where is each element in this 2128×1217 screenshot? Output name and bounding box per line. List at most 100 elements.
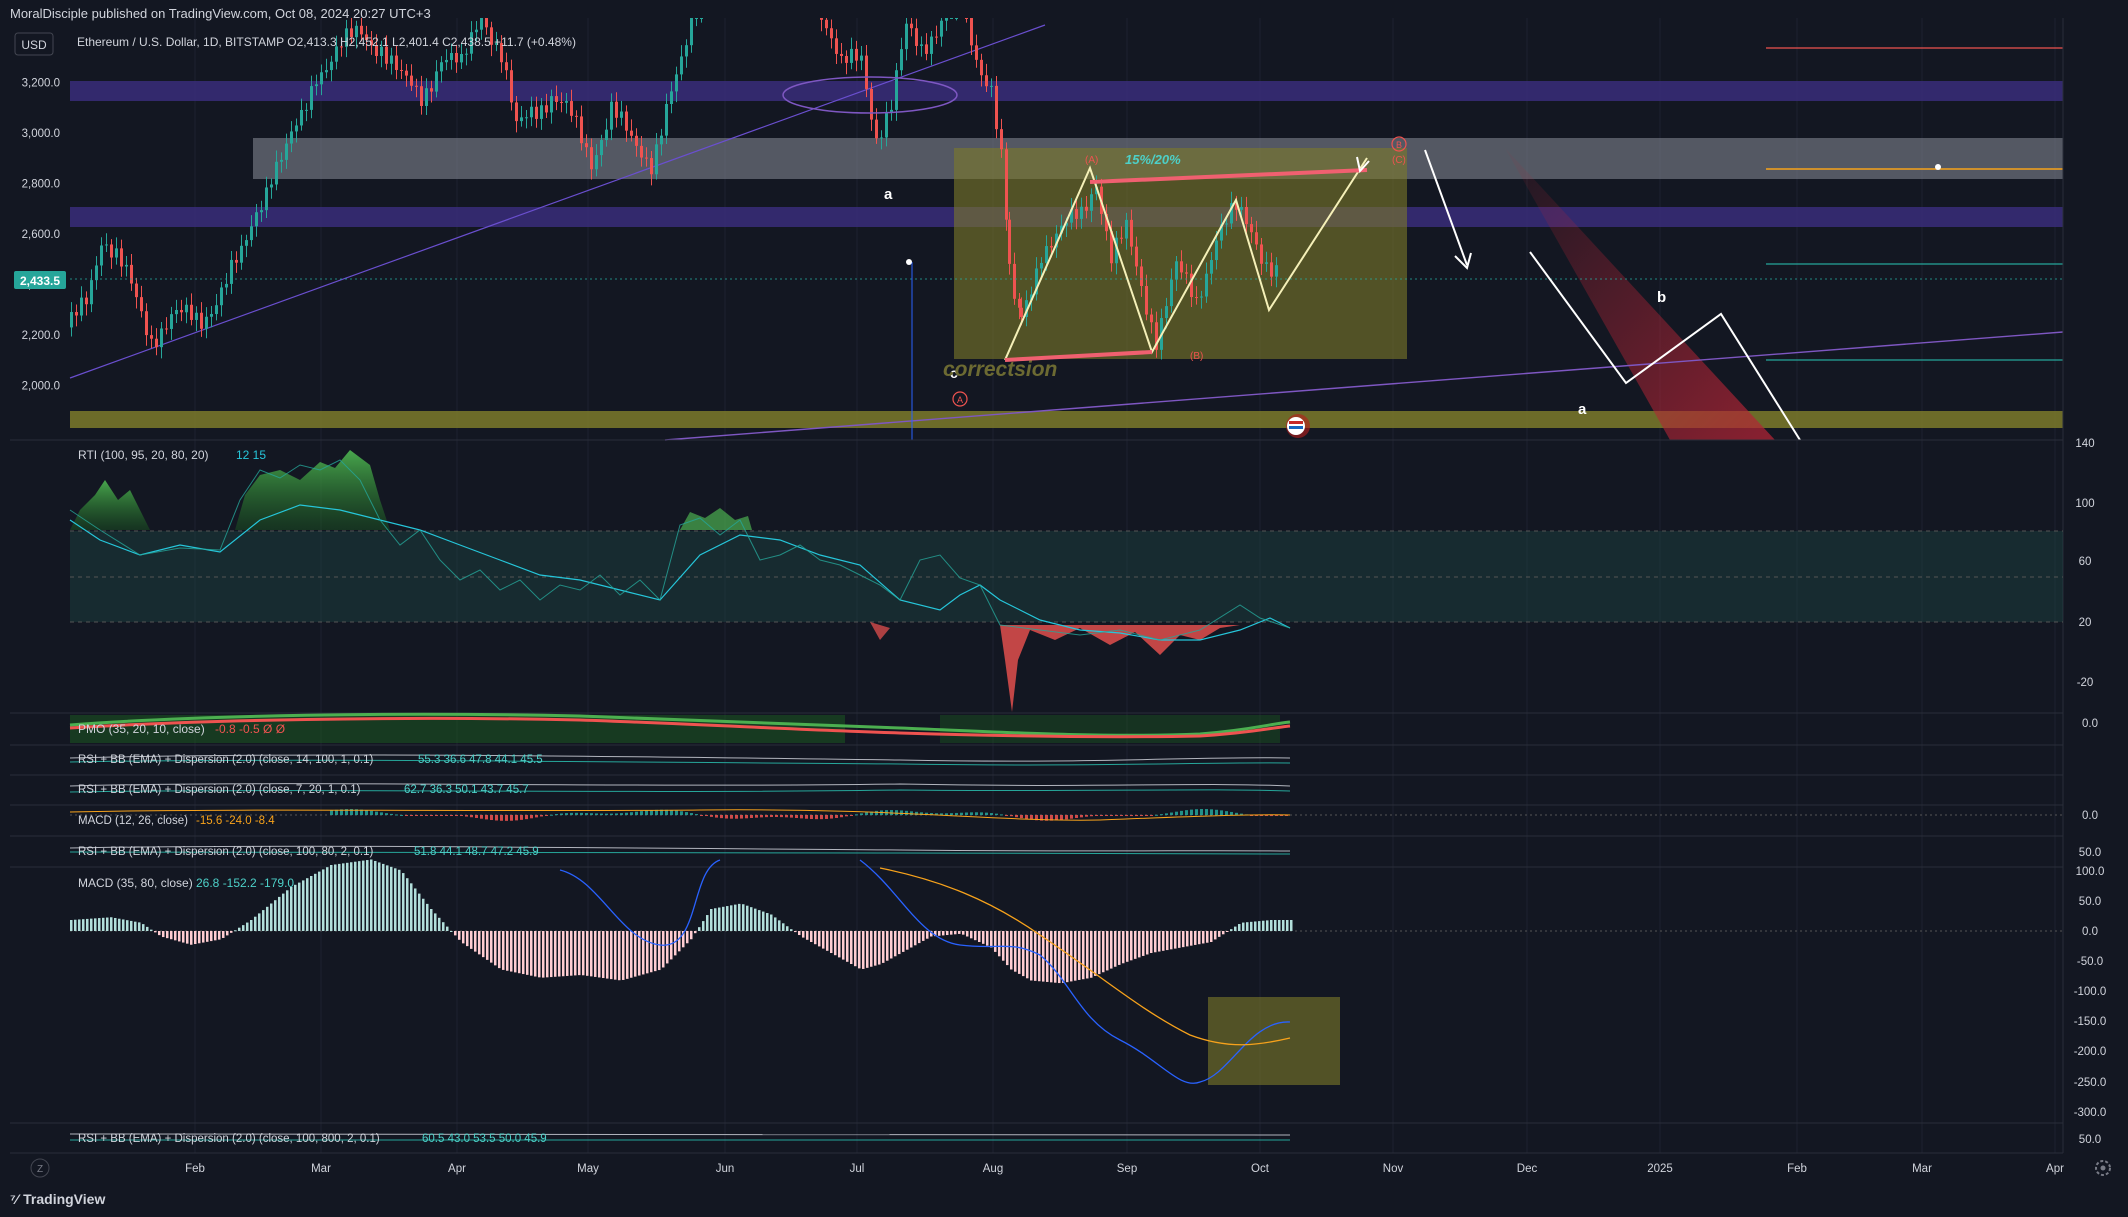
- macd-big-bar: [1134, 931, 1137, 959]
- candle-body: [95, 265, 98, 281]
- candle-body: [675, 74, 678, 92]
- price-tick-label: 3,000.0: [22, 128, 60, 140]
- macd-big-bar: [178, 931, 181, 942]
- candle-body: [620, 111, 623, 118]
- candle-body: [700, 18, 703, 19]
- macd-small-bar: [1155, 814, 1158, 816]
- macd-big-bar: [1274, 920, 1277, 931]
- rsi-bb-pane-1[interactable]: RSI + BB (EMA) + Dispersion (2.0) (close…: [69, 754, 1291, 766]
- macd-small-bar: [1220, 810, 1223, 815]
- candle-body: [550, 96, 553, 113]
- candle-body: [690, 18, 693, 46]
- macd-big-bar: [210, 931, 213, 942]
- macd-small-bar: [845, 815, 848, 817]
- macd-big-bar: [278, 896, 281, 931]
- macd-big-bar: [958, 931, 961, 934]
- candle-body: [955, 18, 958, 19]
- wave-label-a-right: a: [1578, 401, 1587, 418]
- pmo-legend-values: -0.8 -0.5 Ø Ø: [215, 722, 285, 736]
- macd-small-bar: [395, 814, 398, 816]
- candle-body: [870, 88, 873, 120]
- macd-big-bar: [562, 931, 565, 977]
- macd-small-bar: [875, 810, 878, 815]
- macd-small-bar: [1100, 815, 1103, 816]
- macd-small-bar: [1170, 812, 1173, 815]
- currency-button[interactable]: USD: [14, 32, 54, 56]
- reset-zoom-button[interactable]: Z: [30, 1158, 50, 1178]
- candle-body: [225, 283, 228, 288]
- candle-body: [1135, 246, 1138, 267]
- macd-big-bar: [94, 918, 97, 931]
- macd-big-legend-name: MACD (35, 80, close): [78, 876, 193, 890]
- macd-small-bar: [780, 815, 783, 818]
- macd-small-bar: [1185, 810, 1188, 815]
- rsi-bb-1-legend-name: RSI + BB (EMA) + Dispersion (2.0) (close…: [78, 754, 373, 766]
- macd-small-bar: [1060, 815, 1063, 820]
- rsi-bb-2-legend-name: RSI + BB (EMA) + Dispersion (2.0) (close…: [78, 784, 361, 796]
- rsi-bb-pane-2[interactable]: RSI + BB (EMA) + Dispersion (2.0) (close…: [69, 783, 1291, 796]
- time-axis[interactable]: Feb Mar Apr May Jun Jul Aug Sep Oct Nov Dec 2025 Feb…: [30, 1158, 2111, 1178]
- correction-label: correctsion: [943, 358, 1057, 381]
- candle-body: [390, 55, 393, 64]
- time-tick-label: Sep: [1117, 1163, 1137, 1175]
- macd-big-bar: [602, 931, 605, 979]
- candle-body: [505, 62, 508, 71]
- macd-small-bar: [390, 813, 393, 815]
- macd-big-bar: [398, 869, 401, 931]
- macd-small-bar: [1085, 815, 1088, 817]
- macd-big-bar: [462, 931, 465, 944]
- macd-small-bar: [640, 811, 643, 815]
- macd-big-bar: [586, 931, 589, 976]
- macd-big-bar: [698, 927, 701, 931]
- macd-big-bar: [138, 922, 141, 931]
- economic-event-icon[interactable]: [1286, 414, 1310, 438]
- candle-body: [1210, 260, 1213, 274]
- candle-body: [1205, 273, 1208, 297]
- settings-gear-icon[interactable]: [2095, 1160, 2111, 1176]
- candle-body: [565, 101, 568, 103]
- price-axis[interactable]: 3,200.03,000.02,800.02,600.02,400.02,200…: [22, 78, 60, 393]
- candle-body: [980, 59, 983, 76]
- macd-big-bar: [158, 931, 161, 936]
- tradingview-logo[interactable]: ⁷⁄ TradingView: [10, 1191, 105, 1207]
- macd-big-bar: [1290, 920, 1293, 931]
- macd-small-bar: [1020, 815, 1023, 819]
- macd-small-bar: [1190, 809, 1193, 815]
- macd-big-bar: [366, 860, 369, 931]
- pmo-pane[interactable]: PMO (35, 20, 10, close) -0.8 -0.5 Ø Ø 0.…: [69, 712, 2098, 743]
- macd-small-pane[interactable]: MACD (12, 26, close) -15.6 -24.0 -8.4 0.…: [69, 809, 2098, 827]
- macd-big-bar: [1162, 931, 1165, 951]
- macd-big-bar: [706, 915, 709, 931]
- macd-big-pane[interactable]: MACD (35, 80, close) 26.8 -152.2 -179.0 …: [70, 859, 2106, 1120]
- macd-small-bar: [1105, 815, 1108, 816]
- rti-pane[interactable]: RTI (100, 95, 20, 80, 20) 12 15 140 100 60…: [69, 438, 2095, 712]
- macd-big-bar: [846, 931, 849, 962]
- macd-small-bar: [795, 815, 798, 818]
- rti-axis: 140 100 60 20 -20: [2075, 438, 2094, 689]
- chart-canvas[interactable]: a c correctsion 15%/20% (A) (B) (C) A B …: [0, 0, 2128, 1217]
- macd-big-bar: [918, 931, 921, 944]
- candle-body: [635, 135, 638, 146]
- macd-small-bar: [980, 812, 983, 815]
- macd-big-bar: [870, 931, 873, 967]
- candle-body: [820, 18, 823, 20]
- candle-body: [1265, 262, 1268, 264]
- time-tick-label: Oct: [1251, 1163, 1270, 1175]
- candle-body: [650, 158, 653, 175]
- macd-big-bar: [1286, 920, 1289, 931]
- macd-small-bar: [1005, 815, 1008, 816]
- macd-big-bar: [906, 931, 909, 950]
- macd-big-bar: [286, 890, 289, 931]
- macd-big-bar: [898, 931, 901, 955]
- macd-big-bar: [478, 931, 481, 955]
- candle-body: [260, 210, 263, 213]
- candle-body: [1120, 237, 1123, 239]
- macd-big-bar: [130, 920, 133, 931]
- candle-body: [970, 18, 973, 46]
- macd-big-bar: [1110, 931, 1113, 969]
- macd-big-bar: [686, 931, 689, 944]
- macd-big-bar: [82, 919, 85, 931]
- candle-body: [405, 70, 408, 76]
- candle-body: [385, 46, 388, 64]
- macd-big-bar: [470, 931, 473, 949]
